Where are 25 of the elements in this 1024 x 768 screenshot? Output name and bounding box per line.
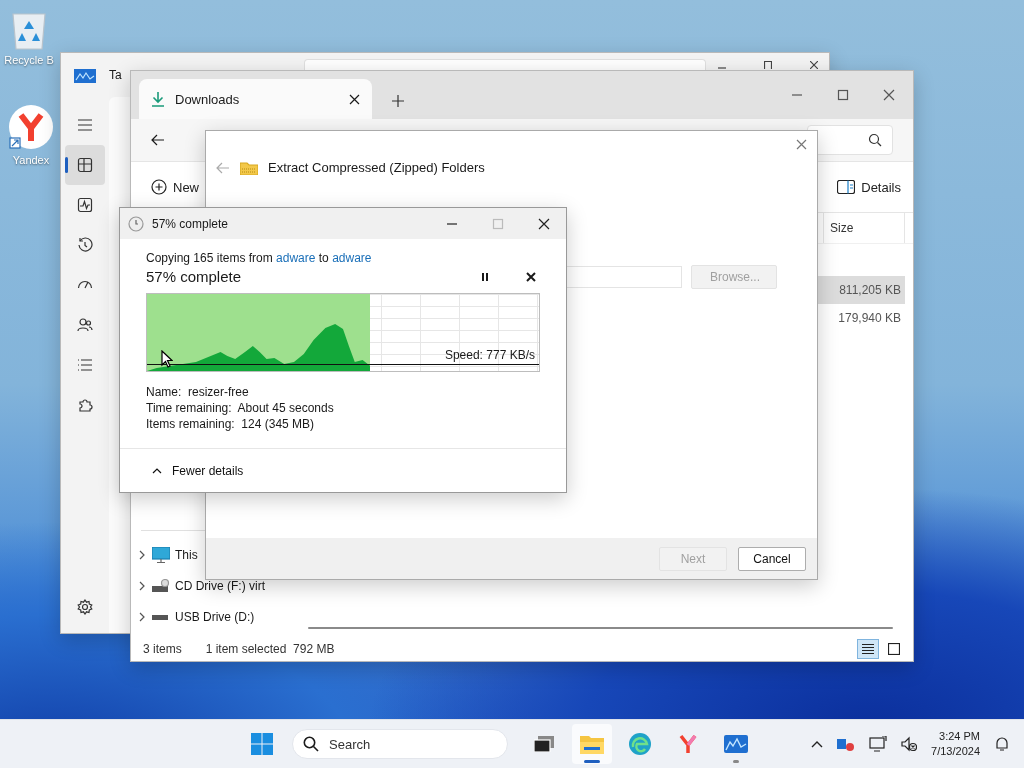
progress-heading: 57% complete bbox=[146, 268, 243, 285]
dialog-title: 57% complete bbox=[152, 216, 229, 231]
clock[interactable]: 3:24 PM 7/13/2024 bbox=[931, 729, 980, 759]
browser-tab[interactable]: Downloads bbox=[139, 79, 372, 119]
nav-tree-item[interactable]: USB Drive (D:) bbox=[131, 610, 255, 624]
copy-message: Copying 165 items from adware to adware bbox=[146, 251, 373, 265]
window-title: Ta bbox=[109, 68, 122, 82]
selection-info: 1 item selected 792 MB bbox=[205, 642, 335, 656]
file-size-cell-text: 179,940 KB bbox=[837, 310, 902, 327]
column-header[interactable]: Size bbox=[823, 213, 905, 243]
source-link[interactable]: adware bbox=[276, 251, 316, 265]
nav-tree-item[interactable]: CD Drive (F:) virt bbox=[131, 579, 265, 593]
details-button[interactable]: Details bbox=[837, 175, 901, 199]
wizard-title: Extract Compressed (Zipped) Folders bbox=[268, 160, 485, 175]
dialog-button[interactable]: Cancel bbox=[738, 546, 806, 571]
detail-line: Name: resizer-free bbox=[146, 384, 250, 400]
new-button[interactable]: New bbox=[151, 175, 199, 199]
speed-label: Speed: 777 KB/s bbox=[444, 348, 535, 362]
detail-line: Time remaining: About 45 seconds bbox=[146, 400, 335, 416]
nav-tree-item[interactable]: This bbox=[131, 548, 198, 562]
fewer-details-button[interactable]: Fewer details bbox=[150, 461, 246, 480]
detail-line: Items remaining: 124 (345 MB) bbox=[146, 416, 316, 432]
destination-link[interactable]: adware bbox=[332, 251, 372, 265]
item-count: 3 items bbox=[143, 642, 182, 656]
taskbar-search-field[interactable]: Search bbox=[292, 729, 508, 759]
